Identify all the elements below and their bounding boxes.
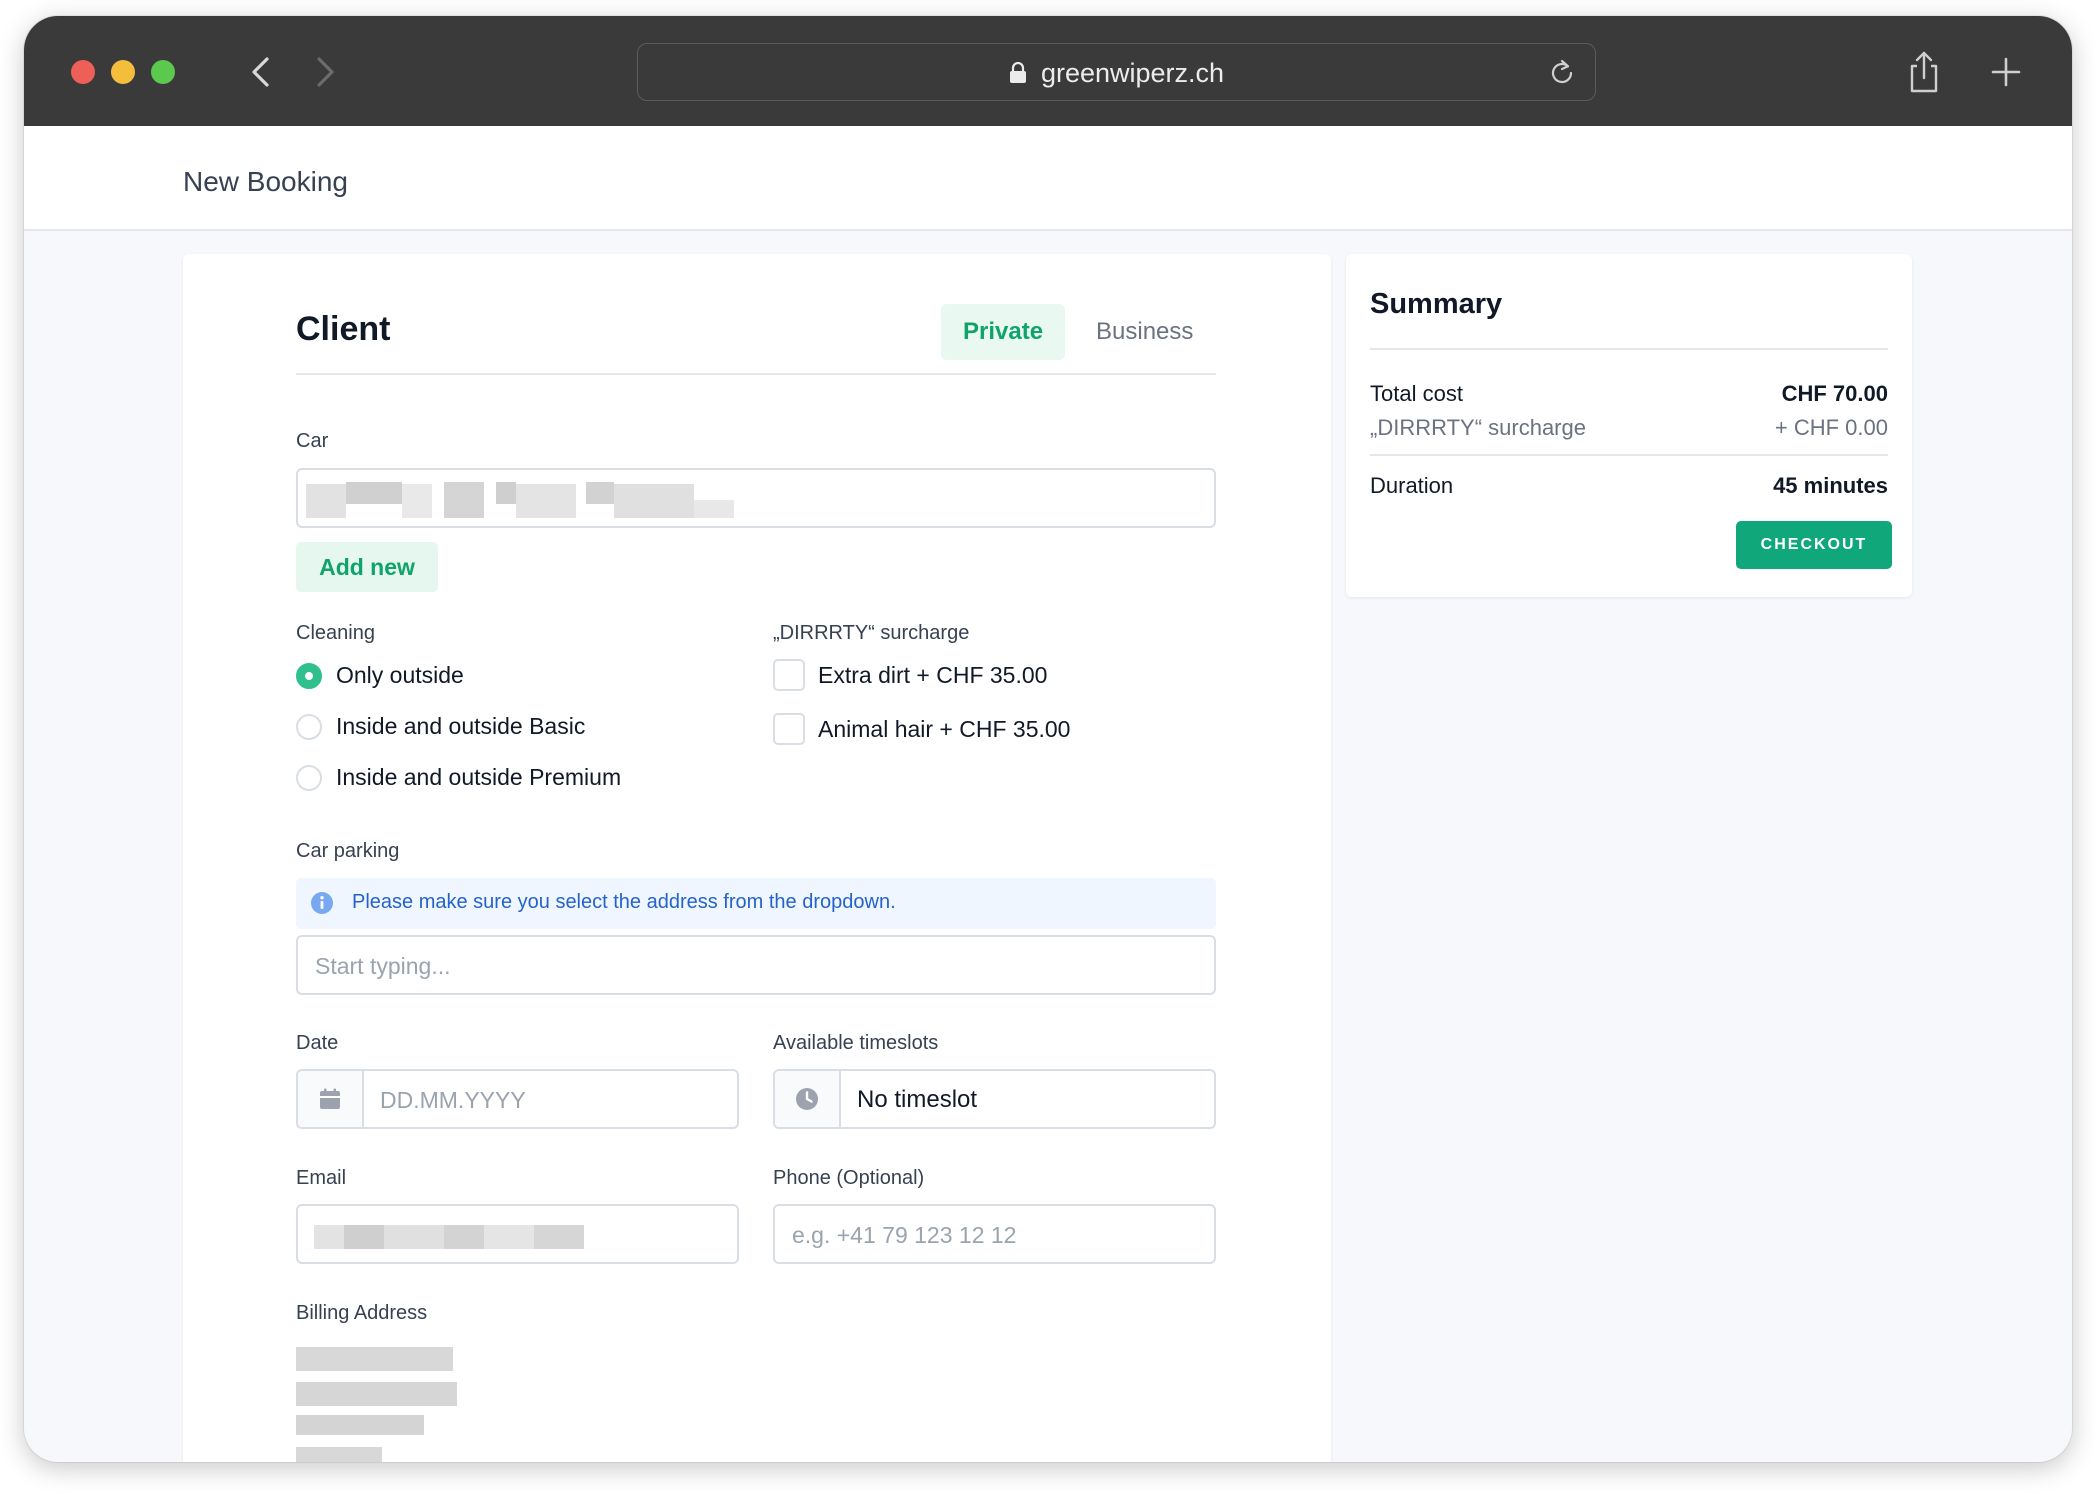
forward-button[interactable] (304, 52, 344, 92)
timeslot-addon (775, 1071, 841, 1127)
email-input[interactable] (296, 1204, 739, 1264)
redacted-billing-line (296, 1347, 453, 1371)
calendar-icon (320, 1088, 340, 1109)
redacted-value (694, 500, 734, 518)
radio-only-outside[interactable] (296, 663, 322, 689)
redacted-value (384, 1225, 444, 1249)
redacted-value (496, 482, 516, 504)
parking-label: Car parking (296, 840, 400, 862)
timeslots-label: Available timeslots (773, 1032, 939, 1054)
page-title: New Booking (183, 166, 348, 197)
date-placeholder: DD.MM.YYYY (380, 1087, 526, 1113)
car-label: Car (296, 430, 329, 452)
cleaning-label: Cleaning (296, 622, 375, 644)
booking-form-card: Client Private Business Car Add new Clea… (183, 254, 1331, 1462)
surcharge-label: „DIRRRTY“ surcharge (773, 622, 970, 644)
redacted-billing-line (296, 1415, 424, 1435)
redacted-billing-line (296, 1382, 457, 1406)
tab-private[interactable]: Private (941, 304, 1066, 360)
redacted-value (346, 482, 402, 504)
parking-address-input[interactable]: Start typing... (296, 935, 1216, 995)
total-cost-label: Total cost (1370, 381, 1463, 406)
close-window-button[interactable] (71, 60, 95, 84)
maximize-window-button[interactable] (151, 60, 175, 84)
phone-input[interactable]: e.g. +41 79 123 12 12 (773, 1204, 1216, 1264)
redacted-value (402, 484, 432, 518)
tab-business[interactable]: Business (1074, 304, 1215, 360)
redacted-value (516, 484, 576, 518)
client-title: Client (296, 310, 391, 348)
share-icon[interactable] (1904, 50, 1944, 94)
duration-value: 45 minutes (1773, 473, 1888, 498)
url-text: greenwiperz.ch (1040, 57, 1225, 88)
redacted-value (306, 484, 346, 518)
browser-window: greenwiperz.ch New Booking Client Privat… (24, 16, 2072, 1462)
option-extra-dirt[interactable]: Extra dirt + CHF 35.00 (818, 662, 1047, 689)
redacted-value (534, 1225, 584, 1249)
surcharge-summary-value: + CHF 0.00 (1774, 415, 1888, 440)
surcharge-summary-label: „DIRRRTY“ surcharge (1370, 415, 1586, 440)
parking-address-placeholder: Start typing... (315, 953, 451, 979)
duration-label: Duration (1370, 473, 1454, 498)
divider (1370, 454, 1888, 456)
new-tab-icon[interactable] (1986, 52, 2026, 92)
redacted-value (614, 484, 694, 518)
phone-placeholder: e.g. +41 79 123 12 12 (792, 1222, 1017, 1248)
checkout-button[interactable]: CHECKOUT (1736, 521, 1892, 569)
total-cost-value: CHF 70.00 (1781, 381, 1888, 406)
chevron-right-icon (317, 57, 334, 87)
parking-info-text: Please make sure you select the address … (352, 891, 896, 913)
date-addon (298, 1071, 364, 1127)
option-inside-outside-basic[interactable]: Inside and outside Basic (336, 713, 585, 740)
redacted-value (344, 1225, 384, 1249)
browser-toolbar: greenwiperz.ch (24, 16, 2072, 126)
info-icon (311, 892, 333, 914)
add-car-button[interactable]: Add new (296, 542, 438, 592)
checkbox-extra-dirt[interactable] (773, 659, 805, 691)
parking-info-alert: Please make sure you select the address … (296, 878, 1216, 929)
summary-card: Summary Total cost CHF 70.00 „DIRRRTY“ s… (1346, 254, 1912, 597)
option-animal-hair[interactable]: Animal hair + CHF 35.00 (818, 716, 1070, 743)
page-header: New Booking (24, 126, 2072, 231)
summary-title: Summary (1370, 288, 1503, 320)
date-label: Date (296, 1032, 339, 1054)
lock-icon (1009, 62, 1027, 84)
chevron-left-icon (252, 57, 269, 87)
minimize-window-button[interactable] (111, 60, 135, 84)
reload-icon[interactable] (1547, 58, 1577, 88)
redacted-value (444, 482, 484, 518)
redacted-billing-line (296, 1447, 382, 1462)
divider (1370, 348, 1888, 350)
redacted-value (314, 1225, 344, 1249)
car-select[interactable] (296, 468, 1216, 528)
checkbox-animal-hair[interactable] (773, 713, 805, 745)
date-input[interactable]: DD.MM.YYYY (296, 1069, 739, 1129)
clock-icon (796, 1088, 818, 1110)
radio-inside-outside-basic[interactable] (296, 714, 322, 740)
timeslot-value: No timeslot (857, 1086, 978, 1113)
billing-label: Billing Address (296, 1302, 428, 1324)
option-inside-outside-premium[interactable]: Inside and outside Premium (336, 764, 621, 791)
client-section-header: Client Private Business (296, 304, 1216, 375)
redacted-value (484, 1225, 534, 1249)
timeslot-select[interactable]: No timeslot (773, 1069, 1216, 1129)
address-bar[interactable]: greenwiperz.ch (637, 43, 1596, 101)
redacted-value (586, 482, 614, 504)
radio-inside-outside-premium[interactable] (296, 765, 322, 791)
redacted-value (444, 1225, 484, 1249)
option-only-outside[interactable]: Only outside (336, 662, 464, 689)
back-button[interactable] (242, 52, 282, 92)
email-label: Email (296, 1167, 347, 1189)
phone-label: Phone (Optional) (773, 1167, 925, 1189)
